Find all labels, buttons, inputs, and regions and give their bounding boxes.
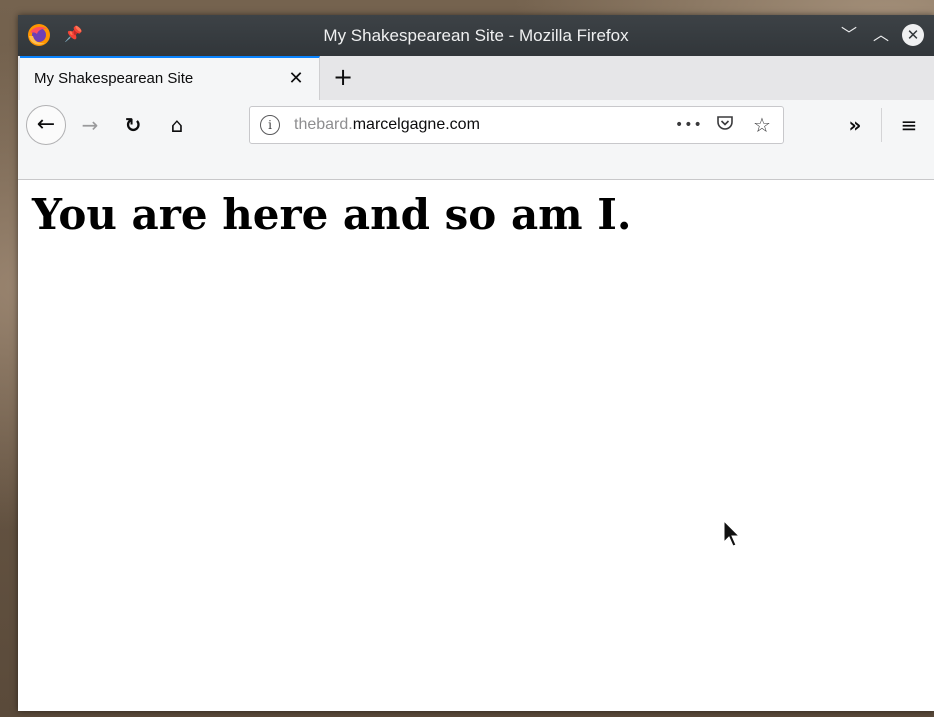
close-circle-icon[interactable]: ✕	[902, 24, 924, 46]
reload-icon[interactable]: ↻	[119, 111, 147, 139]
toolbar-separator	[881, 108, 882, 142]
window-titlebar[interactable]: 📌 My Shakespearean Site - Mozilla Firefo…	[18, 15, 934, 56]
url-bar[interactable]: i thebard.marcelgagne.com ••• ☆	[249, 106, 784, 144]
double-chevron-right-icon[interactable]: »	[840, 110, 870, 140]
window-title: My Shakespearean Site - Mozilla Firefox	[323, 26, 629, 45]
navigation-toolbar: ← → ↻ ⌂ i thebard.marcelgagne.com ••• ☆ …	[18, 100, 934, 152]
browser-window: 📌 My Shakespearean Site - Mozilla Firefo…	[18, 15, 934, 711]
tab-active[interactable]: My Shakespearean Site ✕	[20, 56, 320, 100]
arrow-right-icon[interactable]: →	[76, 111, 104, 139]
url-text[interactable]: thebard.marcelgagne.com	[294, 107, 480, 143]
close-icon[interactable]: ✕	[285, 68, 307, 90]
chevron-down-icon[interactable]: ﹀	[838, 24, 860, 46]
page-heading: You are here and so am I.	[32, 190, 632, 239]
plus-icon[interactable]: +	[328, 62, 358, 92]
star-icon[interactable]: ☆	[750, 113, 774, 137]
url-domain: marcelgagne.com	[352, 116, 480, 133]
page-content: You are here and so am I.	[18, 180, 934, 711]
ellipsis-icon[interactable]: •••	[675, 113, 702, 137]
pocket-glyph	[717, 116, 733, 130]
tab-strip: My Shakespearean Site ✕ +	[18, 56, 934, 101]
url-subdomain: thebard.	[294, 116, 353, 133]
chevron-up-icon[interactable]: ︿	[870, 24, 892, 46]
arrow-left-icon[interactable]: ←	[26, 105, 66, 145]
tab-label: My Shakespearean Site	[34, 70, 194, 87]
home-icon[interactable]: ⌂	[163, 111, 191, 139]
info-icon[interactable]: i	[260, 115, 280, 135]
toolbar-spacer	[18, 152, 934, 180]
pocket-icon[interactable]	[713, 113, 737, 137]
hamburger-menu-icon[interactable]: ≡	[894, 110, 924, 140]
mouse-cursor-icon	[723, 520, 741, 547]
